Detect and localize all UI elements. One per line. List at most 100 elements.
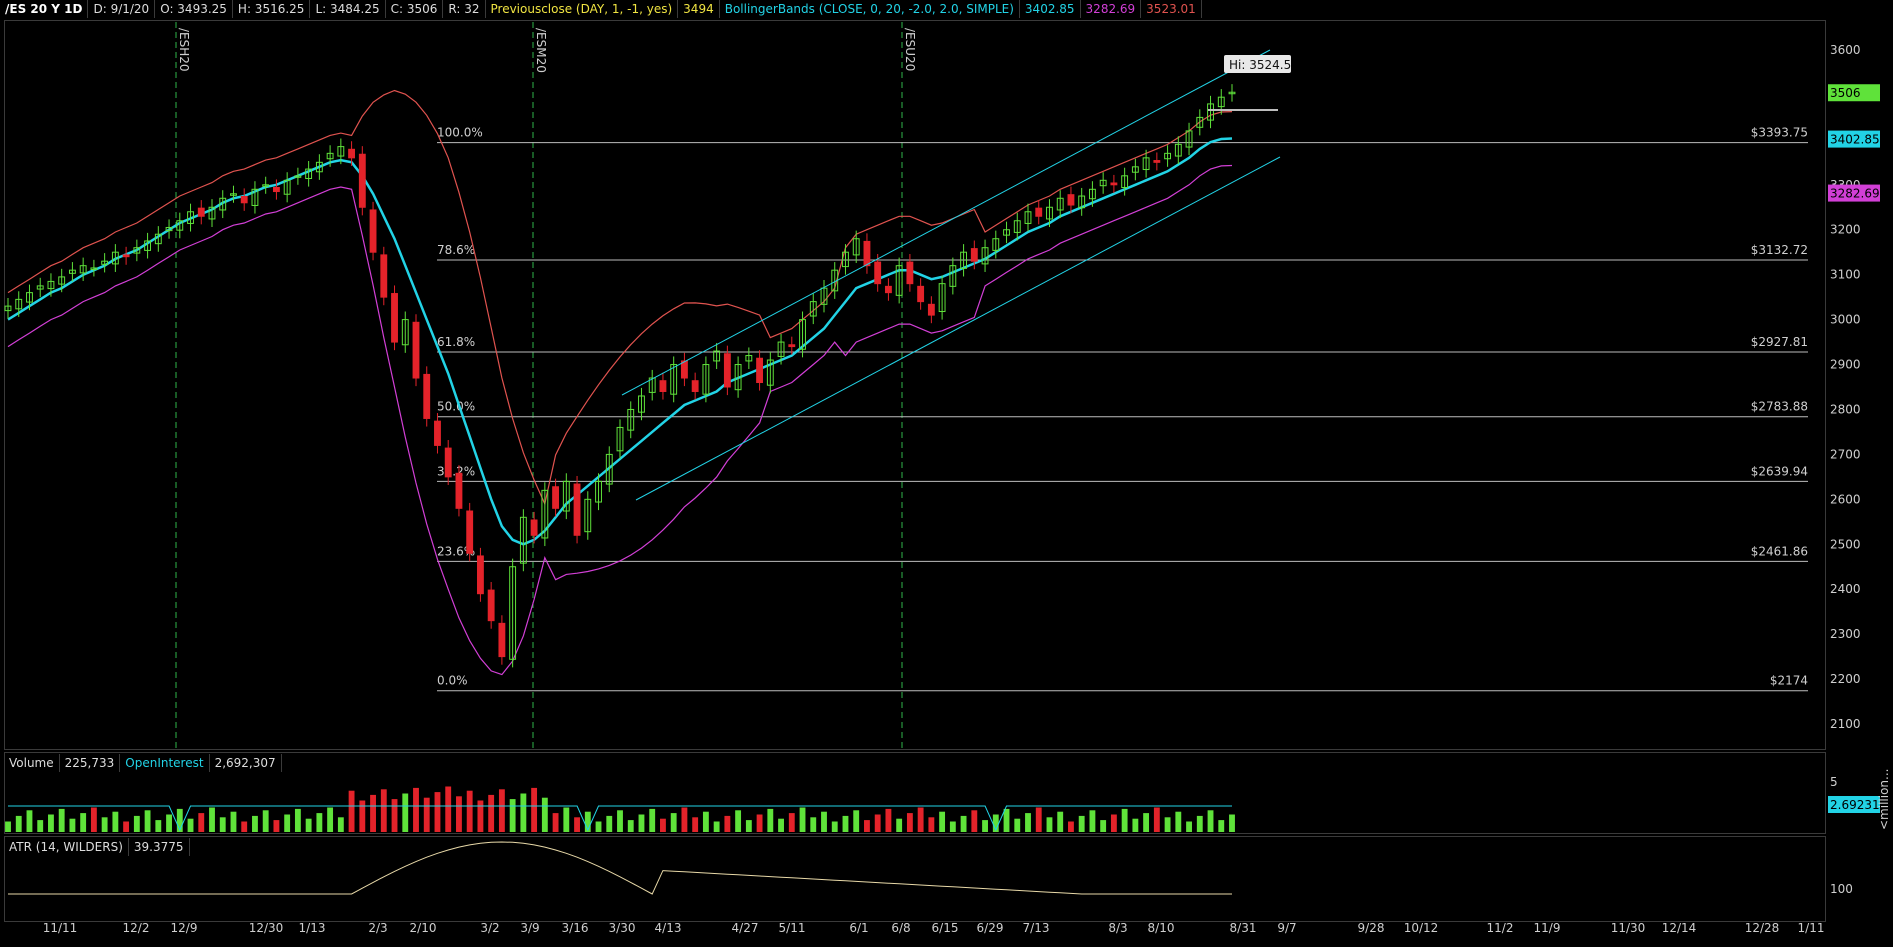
candle-body [122,254,130,258]
candle-body [691,380,699,392]
date-axis-tick-28: 12/14 [1662,921,1697,935]
volume-bar [112,811,119,832]
candle-body [788,344,796,348]
volume-bar [37,820,44,832]
date-axis-tick-5: 2/3 [368,921,387,935]
volume-bar [831,821,838,832]
volume-bar [638,814,645,832]
volume-bar [563,807,570,832]
volume-bar [209,807,215,832]
candle-body [348,148,356,159]
volume-bar [434,792,441,832]
volume-bar [1100,820,1107,832]
date-axis-tick-26: 11/9 [1534,921,1561,935]
date-axis-tick-18: 7/13 [1023,921,1050,935]
fib-level-pct-3: 50.0% [437,400,475,414]
volume-bar [1025,813,1031,832]
candle-body [927,303,935,316]
candles-group [4,84,1236,668]
candle-body [874,261,882,285]
volume-bar [552,813,559,832]
channel-upper-line [621,49,1271,396]
date-axis-tick-4: 1/13 [299,921,326,935]
price-axis-tick-2100: 2100 [1830,717,1861,731]
candle-body [1035,207,1043,217]
volume-bar [906,813,913,832]
candle-body [272,186,280,193]
volume-unit-label: <million... [1877,769,1891,830]
volume-bar [26,810,33,832]
price-axis-tick-3100: 3100 [1830,268,1861,282]
volume-bar [380,789,387,832]
volume-bar [692,817,699,832]
candle-body [487,589,495,622]
contract-roll-label-2: /ESU20 [903,28,917,71]
volume-bar [198,813,205,832]
volume-bar [853,810,860,832]
contract-roll-label-0: /ESH20 [177,28,191,72]
volume-bar [230,811,237,832]
volume-bar [1014,818,1021,832]
volume-bar [1175,811,1182,832]
volume-bar [316,813,323,832]
candle-body [573,483,581,536]
volume-bar [101,817,108,832]
volume-bar [155,820,162,832]
volume-axis-top: 5 [1830,775,1838,789]
volume-bar [713,821,720,832]
volume-bar [702,811,709,832]
candle-body [444,447,452,478]
fib-level-price-0: $3393.75 [1751,126,1808,140]
candle-body [1153,160,1161,163]
date-axis-tick-11: 4/13 [655,921,682,935]
date-axis-tick-19: 8/3 [1108,921,1127,935]
volume-bar [649,808,656,832]
price-axis-tick-2200: 2200 [1830,672,1861,686]
fib-level-price-5: $2461.86 [1751,544,1808,558]
volume-bar [498,789,505,832]
volume-bar [252,815,258,832]
price-chart[interactable]: 2100 2200 2300 2400 2500 2600 2700 2800 2900 3000… [0,0,1893,947]
volume-bar [735,810,742,832]
channel-lower-line [635,156,1281,501]
volume-bar [660,818,666,832]
volume-bar [1218,820,1225,832]
date-axis-tick-24: 10/12 [1404,921,1439,935]
date-axis-tick-20: 8/10 [1148,921,1175,935]
price-badge-close: 3506 [1830,86,1861,100]
volume-bar [1186,821,1192,832]
candle-body [197,207,205,217]
date-axis-tick-16: 6/15 [932,921,959,935]
volume-bar [305,818,312,832]
volume-bar [606,815,613,832]
volume-bar [520,793,527,832]
volume-bar [219,817,226,832]
date-axis-tick-7: 3/2 [480,921,499,935]
volume-bar [541,797,548,832]
volume-bar [1035,807,1042,832]
volume-bar [48,814,54,832]
volume-bar [348,790,355,832]
date-axis-tick-23: 9/28 [1358,921,1385,935]
volume-bar [69,818,76,832]
date-axis-tick-2: 12/9 [171,921,198,935]
price-badge-mid: 3402.85 [1830,133,1880,147]
volume-bar [337,817,344,832]
price-axis-tick-2900: 2900 [1830,358,1861,372]
hi-tooltip-text: Hi: 3524.5 [1229,58,1291,72]
volume-bar [1207,810,1214,832]
volume-bar [370,794,376,832]
volume-bar [1143,813,1150,832]
volume-bar [477,800,484,832]
volume-bar [1046,817,1053,832]
volume-bar [756,814,763,832]
date-axis-tick-6: 2/10 [410,921,437,935]
bollinger-mid-band [7,137,1233,546]
candle-body [240,195,248,204]
date-axis-tick-30: 1/11 [1798,921,1825,935]
fib-level-pct-2: 61.8% [437,335,475,349]
volume-bar [488,794,495,832]
candle-body [884,285,892,294]
volume-bar [767,808,774,832]
candle-body [970,248,978,262]
